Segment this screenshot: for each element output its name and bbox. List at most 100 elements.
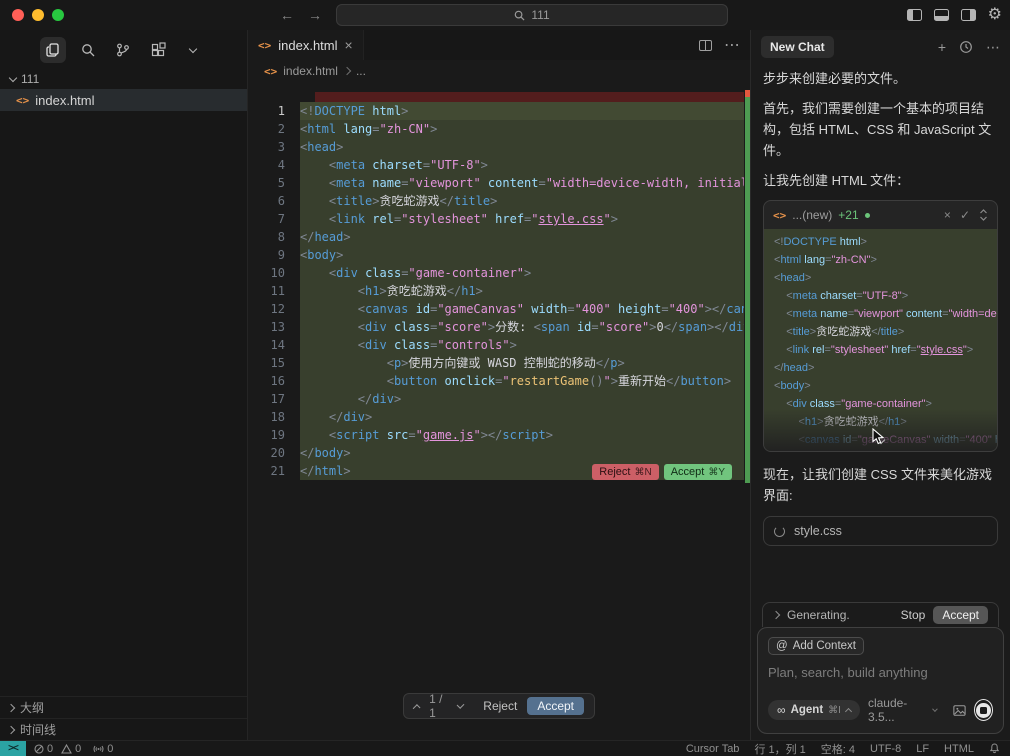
problems-status[interactable]: 0 0 (34, 743, 81, 755)
expand-collapse-icon[interactable] (979, 209, 988, 221)
next-diff-icon[interactable] (457, 701, 465, 709)
code-line: 3<head> (248, 138, 750, 156)
close-window-button[interactable] (12, 9, 24, 21)
close-tab-icon[interactable]: × (345, 37, 353, 53)
breadcrumb-symbol[interactable]: ... (356, 64, 366, 78)
file-item-index-html[interactable]: <> index.html (0, 89, 247, 111)
outline-label: 大纲 (20, 699, 44, 716)
model-selector[interactable]: claude-3.5... (868, 696, 925, 724)
code-editor[interactable]: 1<!DOCTYPE html>2<html lang="zh-CN">3<he… (248, 82, 750, 740)
chat-title[interactable]: New Chat (761, 36, 834, 58)
history-icon[interactable] (959, 40, 973, 54)
notifications-bell-icon[interactable] (989, 743, 1000, 754)
toggle-right-panel-icon[interactable] (961, 9, 976, 21)
deleted-lines-strip[interactable] (315, 92, 744, 102)
tab-label: index.html (278, 38, 337, 53)
broadcast-icon (93, 744, 104, 754)
add-context-chip[interactable]: @ Add Context (768, 637, 864, 655)
infinity-icon: ∞ (777, 703, 786, 717)
activity-bar (0, 30, 247, 69)
add-context-label: Add Context (793, 640, 856, 652)
reject-diff-button[interactable]: Reject⌘N (592, 464, 658, 480)
chat-input-box[interactable]: @ Add Context Plan, search, build anythi… (757, 627, 1004, 734)
toggle-left-panel-icon[interactable] (907, 9, 922, 21)
cursor-position-status[interactable]: 行 1，列 1 (754, 741, 805, 756)
explorer-icon[interactable] (40, 37, 66, 63)
inline-diff-actions: Reject⌘N Accept⌘Y (592, 464, 732, 480)
stop-button[interactable] (974, 699, 993, 721)
accept-diff-button[interactable]: Accept⌘Y (664, 464, 732, 480)
tab-index-html[interactable]: <> index.html × (248, 30, 364, 60)
code-line: 2<html lang="zh-CN"> (248, 120, 750, 138)
chevron-right-icon (7, 703, 15, 711)
minimize-window-button[interactable] (32, 9, 44, 21)
eol-status[interactable]: LF (916, 743, 929, 755)
chat-more-icon[interactable]: ⋯ (986, 39, 1000, 56)
agent-mode-selector[interactable]: ∞ Agent ⌘I (768, 700, 860, 720)
prev-diff-icon[interactable] (413, 704, 421, 712)
chat-input-placeholder[interactable]: Plan, search, build anything (768, 665, 993, 680)
source-control-icon[interactable] (110, 37, 136, 63)
search-icon (514, 10, 525, 21)
forward-arrow-icon[interactable]: → (308, 7, 322, 23)
language-status[interactable]: HTML (944, 743, 974, 755)
generating-bar: Generating. Stop Accept (762, 602, 999, 627)
encoding-status[interactable]: UTF-8 (870, 743, 901, 755)
chat-code-block: <> ...(new) +21 × ✓ <!DOCTYPE html><html… (763, 200, 998, 452)
generating-label: Generating. (787, 608, 850, 622)
back-arrow-icon[interactable]: ← (280, 7, 294, 23)
cursor-ide-window: ← → 111 ⚙ (0, 0, 1010, 756)
code-line: <!DOCTYPE html> (774, 233, 997, 251)
toggle-bottom-panel-icon[interactable] (934, 9, 949, 21)
ports-status[interactable]: 0 (93, 743, 113, 755)
chevron-down-icon[interactable] (180, 37, 206, 63)
code-line: 6 <title>贪吃蛇游戏</title> (248, 192, 750, 210)
timeline-section[interactable]: 时间线 (0, 718, 247, 740)
editor-more-actions-icon[interactable]: ⋯ (724, 35, 740, 55)
maximize-window-button[interactable] (52, 9, 64, 21)
accept-all-button[interactable]: Accept (527, 697, 584, 715)
breadcrumb-file[interactable]: index.html (283, 64, 338, 78)
html-file-icon: <> (16, 94, 29, 107)
remote-indicator[interactable]: >< (0, 741, 26, 756)
split-editor-icon[interactable] (699, 40, 712, 51)
gear-icon[interactable]: ⚙ (988, 7, 1002, 23)
loading-spinner-icon (774, 526, 785, 537)
breadcrumb[interactable]: <> index.html ... (248, 60, 750, 82)
explorer-folder-header[interactable]: 111 (0, 69, 247, 89)
indentation-status[interactable]: 空格: 4 (821, 741, 855, 756)
accept-file-icon[interactable]: ✓ (960, 208, 970, 222)
reject-all-button[interactable]: Reject (483, 699, 517, 713)
code-line: 20</body> (248, 444, 750, 462)
code-line: <head> (774, 269, 997, 287)
at-icon: @ (776, 640, 788, 652)
stop-generating-button[interactable]: Stop (901, 608, 926, 622)
accept-generating-button[interactable]: Accept (933, 606, 988, 624)
error-icon (34, 744, 44, 754)
code-block-header[interactable]: <> ...(new) +21 × ✓ (764, 201, 997, 229)
code-line: 11 <h1>贪吃蛇游戏</h1> (248, 282, 750, 300)
editor-tabbar: <> index.html × ⋯ (248, 30, 750, 60)
code-line: 4 <meta charset="UTF-8"> (248, 156, 750, 174)
search-view-icon[interactable] (75, 37, 101, 63)
reject-file-icon[interactable]: × (944, 208, 951, 222)
code-line: 10 <div class="game-container"> (248, 264, 750, 282)
extensions-icon[interactable] (145, 37, 171, 63)
assistant-message: 让我先创建 HTML 文件： (763, 170, 998, 191)
code-line: 8</head> (248, 228, 750, 246)
code-line: 15 <p>使用方向键或 WASD 控制蛇的移动</p> (248, 354, 750, 372)
creating-file-card[interactable]: style.css (763, 516, 998, 546)
folder-name: 111 (21, 72, 39, 86)
chevron-right-icon[interactable] (772, 611, 780, 619)
added-lines-count: +21 (838, 208, 858, 222)
outline-section[interactable]: 大纲 (0, 696, 247, 718)
command-center-search[interactable]: 111 (336, 4, 728, 26)
file-name: index.html (35, 93, 94, 108)
cursor-tab-status[interactable]: Cursor Tab (686, 743, 740, 755)
chat-messages: 步步来创建必要的文件。 首先，我们需要创建一个基本的项目结构，包括 HTML、C… (751, 64, 1010, 602)
warning-icon (61, 744, 72, 754)
titlebar: ← → 111 ⚙ (0, 0, 1010, 30)
new-chat-icon[interactable]: + (938, 39, 946, 55)
code-block-body[interactable]: <!DOCTYPE html><html lang="zh-CN"><head>… (764, 229, 997, 451)
attach-image-icon[interactable] (953, 704, 966, 717)
